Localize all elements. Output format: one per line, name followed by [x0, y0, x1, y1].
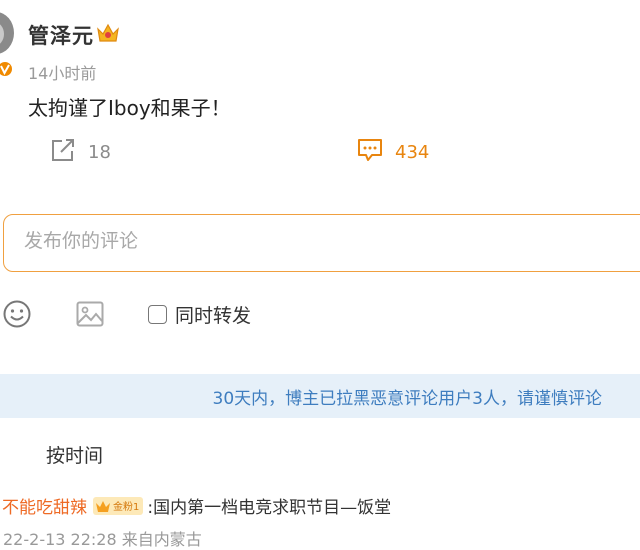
- comment-text: :国内第一档电竞求职节目—饭堂: [147, 498, 392, 518]
- crown-icon: [96, 500, 110, 512]
- blocklist-notice: 30天内，博主已拉黑恶意评论用户3人，请谨慎评论: [0, 374, 640, 418]
- comment-button[interactable]: 434: [357, 138, 429, 167]
- avatar[interactable]: [0, 12, 14, 54]
- share-button[interactable]: 18: [50, 138, 111, 167]
- verified-icon: [0, 60, 14, 78]
- crown-icon: [96, 22, 120, 48]
- post-timestamp: 14小时前: [28, 64, 97, 83]
- emoji-icon[interactable]: [2, 299, 32, 333]
- image-icon[interactable]: [75, 299, 105, 333]
- comment-count: 434: [395, 142, 430, 163]
- comment-username[interactable]: 不能吃甜辣: [2, 493, 87, 518]
- fan-badge: 金粉1: [93, 496, 144, 515]
- comment-input[interactable]: [22, 229, 586, 253]
- notice-text: 30天内，博主已拉黑恶意评论用户3人，请谨慎评论: [212, 388, 602, 409]
- checkbox[interactable]: [148, 305, 167, 324]
- share-count: 18: [88, 142, 111, 163]
- fan-badge-label: 金粉1: [113, 502, 140, 513]
- repost-checkbox[interactable]: 同时转发: [148, 301, 251, 328]
- comment-meta: 22-2-13 22:28 来自内蒙古: [3, 530, 202, 549]
- comment-item: 不能吃甜辣 金粉1 :国内第一档电竞求职节目—饭堂: [2, 493, 391, 518]
- username[interactable]: 管泽元: [28, 20, 94, 50]
- post-text: 太拘谨了Iboy和果子！: [28, 96, 231, 120]
- comment-input-box[interactable]: [3, 214, 640, 272]
- sort-by-time[interactable]: 按时间: [46, 441, 103, 468]
- share-icon: [50, 138, 76, 167]
- repost-label: 同时转发: [175, 305, 252, 327]
- comment-icon: [357, 138, 383, 167]
